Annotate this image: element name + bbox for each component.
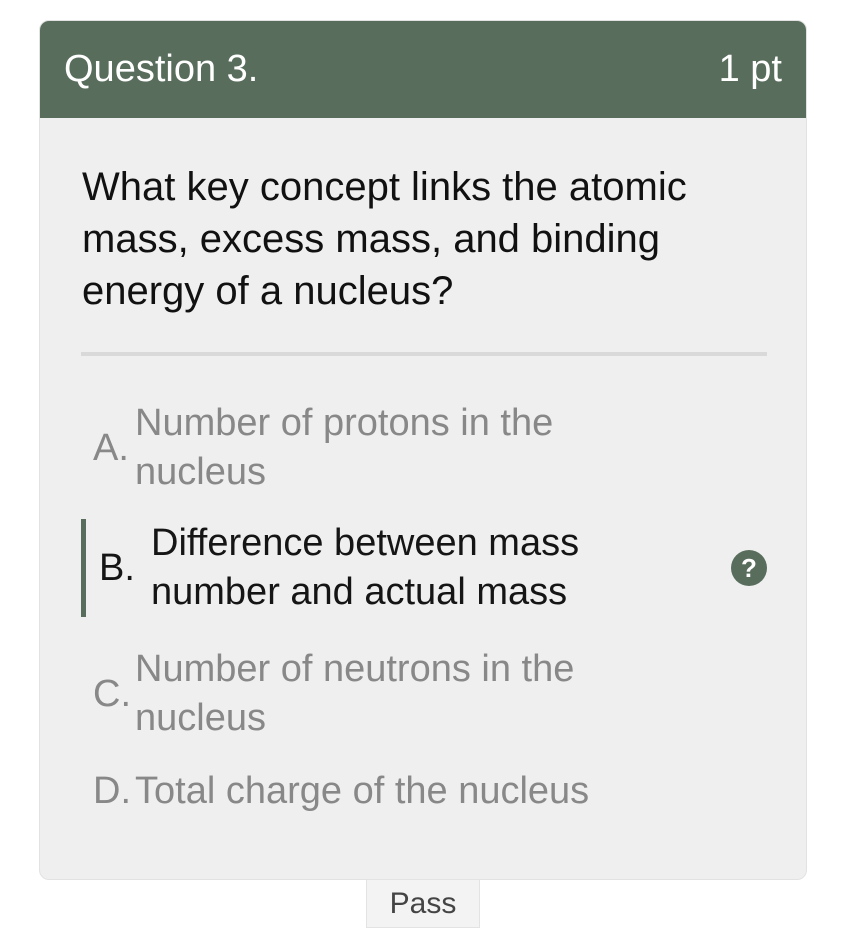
option-a[interactable]: A. Number of protons in the nucleus <box>81 399 767 497</box>
question-card: Question 3. 1 pt What key concept links … <box>39 20 807 880</box>
question-points: 1 pt <box>718 48 782 90</box>
option-letter: C. <box>93 672 131 715</box>
question-header: Question 3. 1 pt <box>40 21 806 118</box>
option-letter: B. <box>99 546 135 589</box>
question-text: What key concept links the atomic mass, … <box>82 165 687 313</box>
pass-button[interactable]: Pass <box>366 879 480 928</box>
option-text: Difference between mass number and actua… <box>151 522 580 613</box>
divider <box>81 352 767 356</box>
option-letter: A. <box>93 426 129 469</box>
option-letter: D. <box>93 769 131 812</box>
option-text: Number of neutrons in the nucleus <box>135 648 575 739</box>
option-d[interactable]: D. Total charge of the nucleus <box>81 765 767 817</box>
option-text: Number of protons in the nucleus <box>135 402 554 493</box>
option-b[interactable]: B. Difference between mass number and ac… <box>81 519 767 617</box>
question-title: Question 3. <box>64 48 259 90</box>
selected-indicator <box>81 519 86 617</box>
question-mark-icon[interactable]: ? <box>731 550 767 586</box>
option-c[interactable]: C. Number of neutrons in the nucleus <box>81 645 767 743</box>
option-text: Total charge of the nucleus <box>135 769 590 812</box>
